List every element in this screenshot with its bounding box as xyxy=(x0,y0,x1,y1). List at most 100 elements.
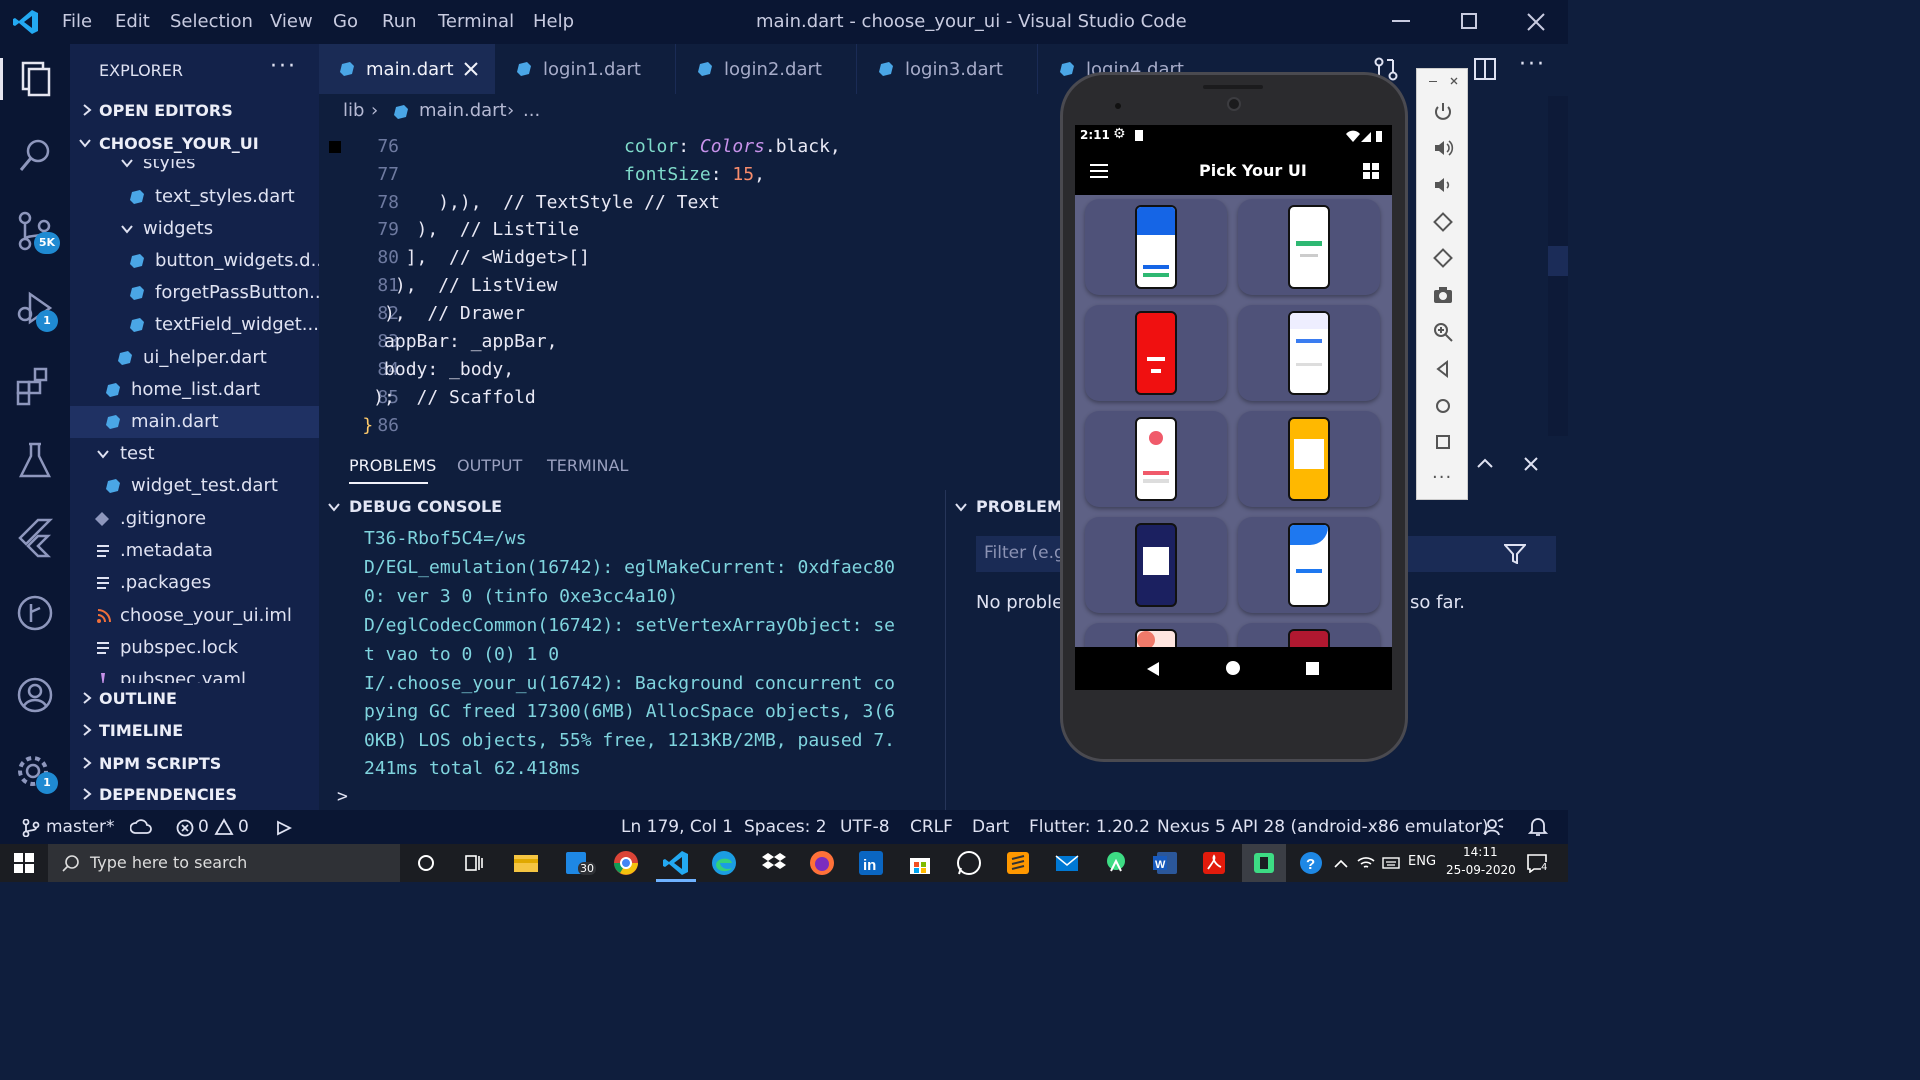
phone-screen[interactable]: 2:11 ⚙ Pick Your UI xyxy=(1075,125,1392,690)
power-icon[interactable] xyxy=(1432,101,1454,123)
clock-date[interactable]: 25-09-2020 xyxy=(1446,863,1516,877)
hamburger-menu-icon[interactable] xyxy=(1090,164,1108,178)
code-editor[interactable]: 76 77 78 79 80 81 82 83 84 85 86 color: … xyxy=(319,132,1059,438)
file-text-styles[interactable]: text_styles.dart xyxy=(70,181,319,213)
tab-login1[interactable]: login1.dart xyxy=(496,44,676,94)
volume-down-icon[interactable] xyxy=(1432,174,1454,196)
language-mode[interactable]: Dart xyxy=(972,817,1009,837)
overview-icon[interactable] xyxy=(1432,431,1454,453)
menu-view[interactable]: View xyxy=(270,11,313,32)
file-textfield-widget[interactable]: textField_widget.... xyxy=(70,309,319,341)
timeline-section[interactable]: TIMELINE xyxy=(70,714,319,746)
git-graph-icon[interactable] xyxy=(14,592,56,634)
file-packages[interactable]: .packages xyxy=(70,567,319,599)
menu-edit[interactable]: Edit xyxy=(115,11,150,32)
restore-icon[interactable] xyxy=(1461,13,1477,29)
run-debug-icon[interactable]: 1 xyxy=(14,288,58,332)
console-prompt[interactable]: > xyxy=(337,786,348,807)
open-editors-section[interactable]: OPEN EDITORS xyxy=(70,94,319,126)
camera-screenshot-icon[interactable] xyxy=(1432,284,1454,306)
chrome-icon[interactable] xyxy=(612,849,640,877)
whatsapp-icon[interactable] xyxy=(955,849,983,877)
panel-tab-terminal[interactable]: TERMINAL xyxy=(547,456,628,475)
tab-main-dart[interactable]: main.dart xyxy=(319,44,495,94)
volume-up-icon[interactable] xyxy=(1432,137,1454,159)
debug-console-output[interactable]: T36-Rbof5C4=/ws D/EGL_emulation(16742): … xyxy=(319,524,944,814)
testing-flask-icon[interactable] xyxy=(14,440,56,482)
warning-count[interactable]: 0 xyxy=(238,817,249,837)
cortana-icon[interactable] xyxy=(412,849,440,877)
file-pubspec-yaml[interactable]: pubspec.yaml xyxy=(70,664,319,683)
ui-tile[interactable] xyxy=(1238,411,1380,507)
emulator-app-icon[interactable] xyxy=(1250,849,1278,877)
outline-section[interactable]: OUTLINE xyxy=(70,682,319,714)
mail-icon[interactable] xyxy=(1053,849,1081,877)
line-ending[interactable]: CRLF xyxy=(910,817,953,837)
word-icon[interactable]: W xyxy=(1151,849,1179,877)
grid-view-icon[interactable] xyxy=(1363,163,1379,179)
ui-tile[interactable] xyxy=(1085,199,1227,295)
close-tab-icon[interactable] xyxy=(464,62,478,76)
firefox-icon[interactable] xyxy=(808,849,836,877)
file-metadata[interactable]: .metadata xyxy=(70,535,319,567)
folder-styles[interactable]: styles xyxy=(70,159,319,179)
explorer-icon[interactable] xyxy=(14,58,56,100)
tab-login2[interactable]: login2.dart xyxy=(677,44,857,94)
menu-help[interactable]: Help xyxy=(533,11,574,32)
error-count[interactable]: 0 xyxy=(198,817,209,837)
ui-tile[interactable] xyxy=(1238,305,1380,401)
keyboard-ime-icon[interactable] xyxy=(1382,855,1400,871)
error-icon[interactable] xyxy=(176,819,194,837)
notifications-bell-icon[interactable] xyxy=(1528,816,1548,838)
branch-name[interactable]: master* xyxy=(46,817,114,837)
menu-run[interactable]: Run xyxy=(382,11,417,32)
warning-icon[interactable] xyxy=(214,818,234,836)
file-button-widgets[interactable]: button_widgets.d... xyxy=(70,245,319,277)
show-hidden-icons[interactable] xyxy=(1334,859,1348,869)
file-main[interactable]: main.dart xyxy=(70,406,319,438)
task-view-icon[interactable] xyxy=(460,849,488,877)
panel-tab-problems[interactable]: PROBLEMS xyxy=(349,456,436,475)
file-ui-helper[interactable]: ui_helper.dart xyxy=(70,342,319,374)
ui-tile[interactable] xyxy=(1085,411,1227,507)
emulator-more-icon[interactable]: ··· xyxy=(1432,467,1452,488)
project-section[interactable]: CHOOSE_YOUR_UI xyxy=(70,127,319,159)
file-gitignore[interactable]: .gitignore xyxy=(70,503,319,535)
close-panel-icon[interactable] xyxy=(1523,456,1539,472)
rotate-left-icon[interactable] xyxy=(1432,211,1454,233)
sync-cloud-icon[interactable] xyxy=(130,819,152,835)
ui-tile[interactable] xyxy=(1238,517,1380,613)
menu-selection[interactable]: Selection xyxy=(170,11,253,32)
folder-widgets[interactable]: widgets xyxy=(70,213,319,245)
dropbox-icon[interactable] xyxy=(760,849,788,877)
settings-gear-icon[interactable]: 1 xyxy=(14,750,58,794)
rotate-right-icon[interactable] xyxy=(1432,247,1454,269)
emulator-minimize-icon[interactable] xyxy=(1429,81,1437,82)
android-studio-icon[interactable] xyxy=(1102,849,1130,877)
ui-tile[interactable] xyxy=(1085,623,1227,647)
linkedin-icon[interactable]: in xyxy=(857,849,885,877)
search-icon[interactable] xyxy=(14,134,56,176)
store-icon[interactable] xyxy=(906,849,934,877)
recents-button-icon[interactable] xyxy=(1306,662,1319,675)
debug-attach-icon[interactable] xyxy=(272,819,292,837)
menu-file[interactable]: File xyxy=(62,11,92,32)
file-widget-test[interactable]: widget_test.dart xyxy=(70,470,319,502)
npm-scripts-section[interactable]: NPM SCRIPTS xyxy=(70,747,319,779)
breadcrumb-folder[interactable]: lib xyxy=(343,100,364,121)
encoding[interactable]: UTF-8 xyxy=(840,817,890,837)
ui-tile[interactable] xyxy=(1085,305,1227,401)
device-selector[interactable]: Nexus 5 API 28 (android-x86 emulator) xyxy=(1157,817,1489,837)
minimize-icon[interactable] xyxy=(1392,20,1410,22)
panel-tab-output[interactable]: OUTPUT xyxy=(457,456,522,475)
ui-tile[interactable] xyxy=(1238,623,1380,647)
menu-go[interactable]: Go xyxy=(333,11,358,32)
breadcrumb-file[interactable]: main.dart xyxy=(419,100,507,121)
menu-terminal[interactable]: Terminal xyxy=(438,11,514,32)
ui-tile[interactable] xyxy=(1238,199,1380,295)
minimap[interactable] xyxy=(1548,96,1568,436)
language-indicator[interactable]: ENG xyxy=(1408,854,1436,869)
breadcrumb-symbol[interactable]: ... xyxy=(523,100,540,121)
dependencies-section[interactable]: DEPENDENCIES xyxy=(70,778,319,810)
file-home-list[interactable]: home_list.dart xyxy=(70,374,319,406)
